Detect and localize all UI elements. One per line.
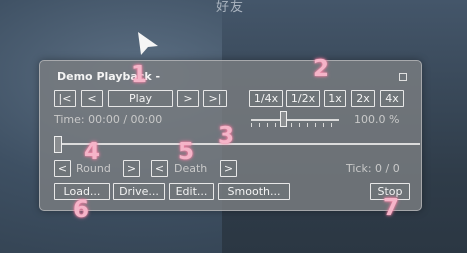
smooth-button[interactable]: Smooth... <box>218 183 290 200</box>
round-prev-button[interactable]: < <box>54 160 71 177</box>
time-display: Time: 00:00 / 00:00 <box>54 113 163 126</box>
annotation-badge-4: 4 <box>84 139 101 165</box>
speed-slider-ticks <box>251 123 339 127</box>
death-prev-button[interactable]: < <box>151 160 168 177</box>
seek-slider-track[interactable] <box>58 143 420 145</box>
speed-slider-track[interactable] <box>251 119 339 121</box>
drive-button[interactable]: Drive... <box>113 183 165 200</box>
edit-button[interactable]: Edit... <box>169 183 214 200</box>
speed-percent: 100.0 % <box>354 113 400 126</box>
skip-end-button[interactable]: >| <box>203 90 227 107</box>
speed-button[interactable]: 2x <box>351 90 375 107</box>
annotation-badge-1: 1 <box>131 62 148 88</box>
mouse-cursor-icon <box>138 32 158 55</box>
round-next-button[interactable]: > <box>123 160 140 177</box>
seek-slider-thumb[interactable] <box>54 136 62 153</box>
annotation-badge-7: 7 <box>383 195 400 221</box>
speed-slider-thumb[interactable] <box>280 111 287 127</box>
annotation-badge-3: 3 <box>218 123 235 149</box>
collapse-icon[interactable] <box>399 73 407 81</box>
speed-button[interactable]: 4x <box>380 90 404 107</box>
background-text: 好友 <box>216 0 245 15</box>
speed-button[interactable]: 1x <box>324 90 346 107</box>
speed-button[interactable]: 1/4x <box>249 90 283 107</box>
speed-button[interactable]: 1/2x <box>286 90 320 107</box>
skip-start-button[interactable]: |< <box>54 90 76 107</box>
annotation-badge-6: 6 <box>73 197 90 223</box>
prev-button[interactable]: < <box>81 90 103 107</box>
death-next-button[interactable]: > <box>220 160 237 177</box>
play-button[interactable]: Play <box>108 90 173 107</box>
tick-display: Tick: 0 / 0 <box>346 162 400 175</box>
annotation-badge-2: 2 <box>313 56 330 82</box>
next-button[interactable]: > <box>177 90 199 107</box>
annotation-badge-5: 5 <box>178 139 195 165</box>
